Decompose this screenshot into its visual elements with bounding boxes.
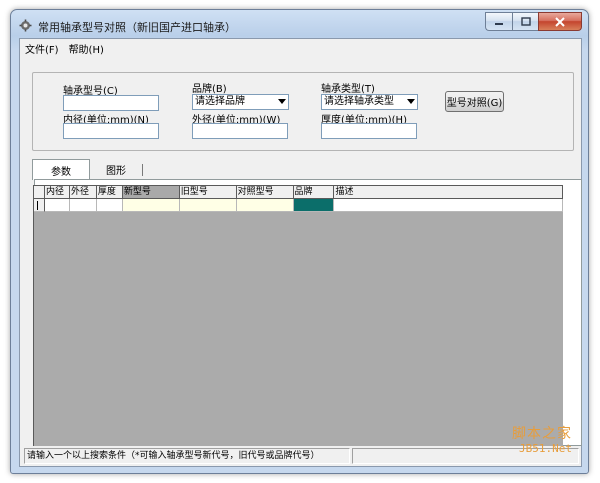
app-window: 常用轴承型号对照（新旧国产进口轴承） 文件(F) 帮助(H) 轴承型号(C) 品… [10,9,589,474]
grid-corner [34,186,45,199]
client-area: 文件(F) 帮助(H) 轴承型号(C) 品牌(B) 请选择品牌 轴承类型(T) … [19,38,582,467]
menu-bar: 文件(F) 帮助(H) [20,39,581,58]
status-bar: 请输入一个以上搜索条件（*可输入轴承型号新代号，旧代号或品牌代号） [24,448,579,464]
tab-parameters[interactable]: 参数 [32,159,90,180]
column-header-cross-reference[interactable]: 对照型号 [236,186,294,199]
cell-outer[interactable] [69,199,97,212]
row-header[interactable] [34,199,45,212]
menu-help[interactable]: 帮助(H) [64,41,109,56]
column-header-new-model[interactable]: 新型号 [122,186,180,199]
close-button[interactable] [538,12,582,31]
brand-select-value: 请选择品牌 [195,96,245,107]
menu-file[interactable]: 文件(F) [20,41,64,56]
table-row[interactable] [34,199,563,212]
cell-cross-reference[interactable] [236,199,294,212]
cell-inner[interactable] [44,199,70,212]
cell-new-model[interactable] [122,199,180,212]
thickness-input[interactable] [321,123,417,139]
column-header-outer[interactable]: 外径 [69,186,97,199]
bearing-type-label: 轴承类型(T) [321,84,375,95]
outer-diameter-input[interactable] [192,123,288,139]
column-header-inner[interactable]: 内径 [44,186,70,199]
minimize-button[interactable] [485,12,512,31]
bearing-type-select-value: 请选择轴承类型 [324,96,394,107]
cell-brand[interactable] [293,199,335,212]
inner-diameter-input[interactable] [63,123,159,139]
chevron-down-icon [407,99,415,104]
cell-description[interactable] [334,199,563,212]
watermark: 脚本之家 JB51.Net [512,423,572,455]
maximize-icon [520,17,531,26]
watermark-text: 脚本之家 [512,426,572,442]
column-header-description[interactable]: 描述 [334,186,563,199]
search-group: 轴承型号(C) 品牌(B) 请选择品牌 轴承类型(T) 请选择轴承类型 型号对照… [32,72,574,151]
watermark-url: JB51.Net [519,442,572,455]
cell-old-model[interactable] [179,199,237,212]
column-header-old-model[interactable]: 旧型号 [179,186,237,199]
status-message: 请输入一个以上搜索条件（*可输入轴承型号新代号，旧代号或品牌代号） [24,448,350,464]
column-header-thickness[interactable]: 厚度 [96,186,123,199]
grid-header: 内径 外径 厚度 新型号 旧型号 对照型号 品牌 描述 [34,186,563,199]
close-icon [555,16,565,27]
caption-buttons [485,12,582,31]
chevron-down-icon [278,99,286,104]
brand-label: 品牌(B) [192,84,227,95]
results-grid[interactable]: 内径 外径 厚度 新型号 旧型号 对照型号 品牌 描述 [33,185,563,446]
gear-app-icon [19,19,32,32]
title-bar[interactable]: 常用轴承型号对照（新旧国产进口轴承） [11,10,588,38]
window-title: 常用轴承型号对照（新旧国产进口轴承） [38,21,236,34]
tab-divider [142,164,143,176]
bearing-type-select[interactable]: 请选择轴承类型 [321,94,418,110]
column-header-brand[interactable]: 品牌 [293,186,335,199]
minimize-icon [495,22,503,25]
compare-button[interactable]: 型号对照(G) [445,91,504,112]
tab-graphics[interactable]: 图形 [90,159,142,179]
bearing-model-input[interactable] [63,95,159,111]
maximize-button[interactable] [512,12,538,31]
brand-select[interactable]: 请选择品牌 [192,94,289,110]
cell-thickness[interactable] [96,199,123,212]
